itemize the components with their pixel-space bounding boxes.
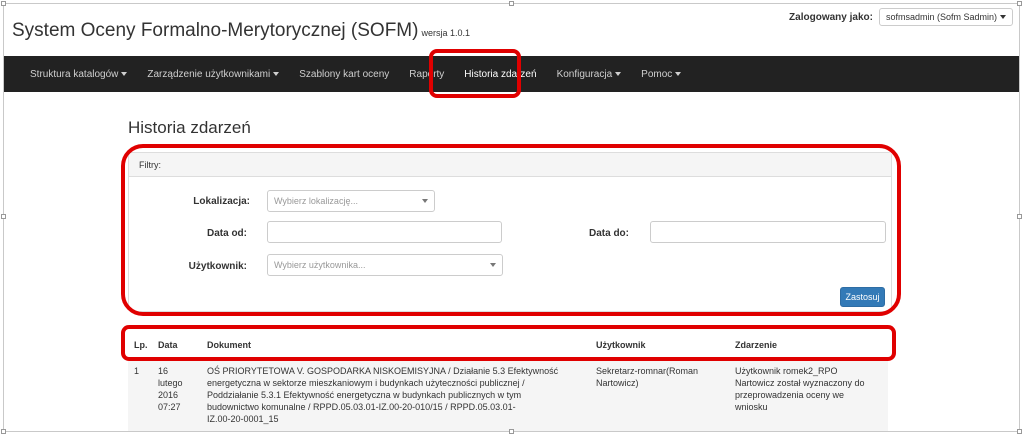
resize-handle[interactable] [509,1,514,6]
resize-handle[interactable] [1,1,6,6]
table-row: 1 16 lutego 2016 07:27 OŚ PRIORYTETOWA V… [128,361,888,431]
login-user: sofmsadmin (Sofm Sadmin) [885,12,997,22]
cell-event-line: Użytkownik romek2_RPO [735,366,838,376]
caret-down-icon [121,72,128,76]
nav-item-label: Szablony kart oceny [299,68,390,80]
cell-document-line: IZ.00-20-0001_15 [207,414,279,424]
app-title: System Oceny Formalno-Merytorycznej (SOF… [12,20,470,42]
nav-highlight-annotation [429,49,521,98]
nav-item-struktura-katalogow[interactable]: Struktura katalogów [20,56,137,92]
cell-document-line: OŚ PRIORYTETOWA V. GOSPODARKA NISKOEMISY… [207,366,559,376]
cell-user-line: Nartowicz) [596,378,639,388]
resize-handle[interactable] [1017,1,1022,6]
nav-item-label: Konfiguracja [556,68,613,80]
cell-date-line: 16 [158,366,169,376]
caret-down-icon [615,72,622,76]
cell-document: OŚ PRIORYTETOWA V. GOSPODARKA NISKOEMISY… [207,365,592,425]
caret-down-icon [273,72,280,76]
caret-down-icon [1000,15,1006,19]
cell-document-line: Poddziałanie 5.3.1 Efektywność energetyc… [207,390,522,400]
resize-handle[interactable] [1,214,6,219]
cell-user-line: Sekretarz-romnar(Roman [596,366,699,376]
nav-item-label: Struktura katalogów [30,68,119,80]
user-menu-dropdown[interactable]: sofmsadmin (Sofm Sadmin) [878,8,1013,26]
screenshot-frame: System Oceny Formalno-Merytorycznej (SOF… [3,3,1020,432]
page-title: Historia zdarzeń [128,118,251,137]
resize-handle[interactable] [1017,214,1022,219]
cell-event-line: Nartowicz został wyznaczony do [735,378,865,388]
nav-item-pomoc[interactable]: Pomoc [631,56,691,92]
table-header-highlight-annotation [121,325,896,361]
cell-document-line: energetyczna w sektorze mieszkaniowym i … [207,378,525,388]
filter-highlight-annotation [121,144,901,316]
cell-event-line: wniosku [735,402,768,412]
nav-item-zarzadzenie-uzytkownikami[interactable]: Zarządzenie użytkownikami [137,56,289,92]
nav-item-konfiguracja[interactable]: Konfiguracja [547,56,632,92]
cell-date: 16 lutego 2016 07:27 [158,365,203,413]
resize-handle[interactable] [1017,429,1022,434]
nav-item-szablony-kart-oceny[interactable]: Szablony kart oceny [289,56,399,92]
caret-down-icon [675,72,682,76]
nav-item-label: Pomoc [641,68,673,80]
cell-date-line: lutego [158,378,183,388]
cell-document-line: budownictwo komunalne / RPPD.05.03.01-IZ… [207,402,516,412]
login-area: Zalogowany jako: sofmsadmin (Sofm Sadmin… [789,8,1013,26]
resize-handle[interactable] [1,429,6,434]
cell-user: Sekretarz-romnar(Roman Nartowicz) [596,365,726,389]
cell-event: Użytkownik romek2_RPO Nartowicz został w… [735,365,885,413]
nav-item-label: Zarządzenie użytkownikami [147,68,271,80]
cell-date-line: 2016 [158,390,179,400]
app-version: wersja 1.0.1 [421,28,470,38]
app-title-text: System Oceny Formalno-Merytorycznej (SOF… [12,20,419,41]
resize-handle[interactable] [509,429,514,434]
cell-event-line: przeprowadzenia oceny we [735,390,845,400]
cell-date-line: 07:27 [158,402,181,412]
login-label: Zalogowany jako: [789,11,873,23]
cell-lp: 1 [134,366,140,376]
